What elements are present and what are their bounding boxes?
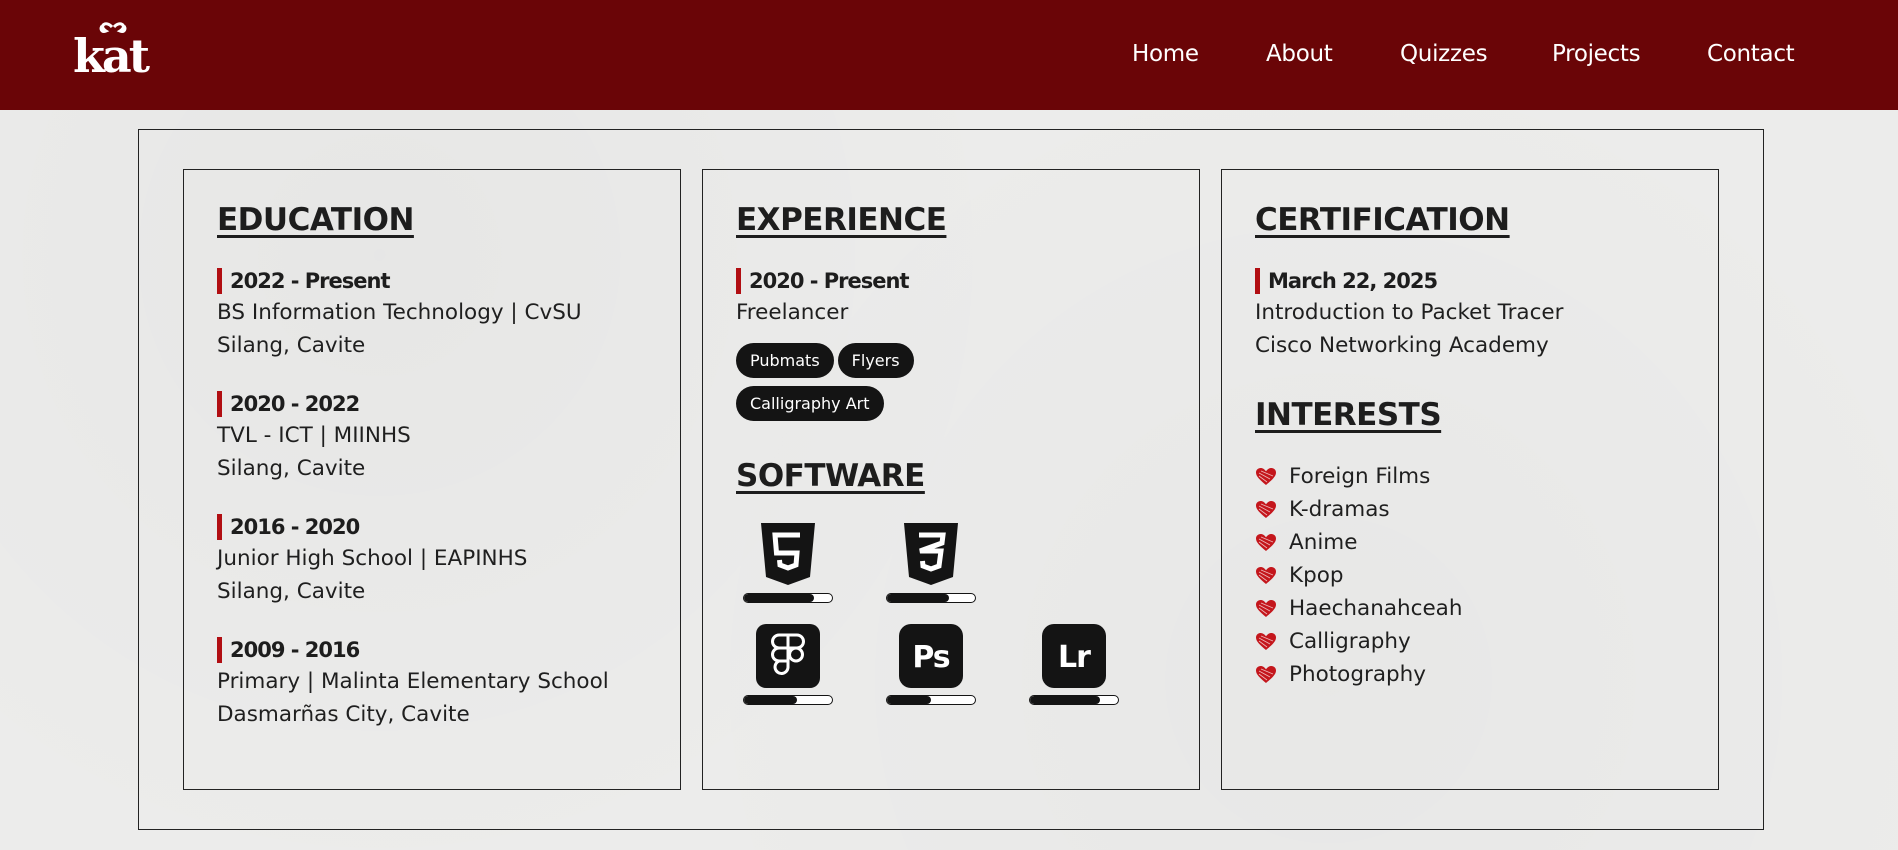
interest-item: Foreign Films (1255, 460, 1462, 493)
interest-label: Anime (1289, 530, 1358, 555)
css3-icon (898, 521, 964, 587)
interest-label: Foreign Films (1289, 464, 1431, 489)
education-location: Silang, Cavite (217, 333, 366, 358)
certification-course: Introduction to Packet Tracer (1255, 300, 1564, 325)
experience-role: Freelancer (736, 300, 849, 325)
skill-bar (886, 695, 976, 705)
interest-item: Calligraphy (1255, 625, 1462, 658)
svg-text:Lr: Lr (1058, 640, 1091, 675)
software-item-figma (743, 623, 833, 713)
skill-bar (1029, 695, 1119, 705)
experience-entry: 2020 - Present Freelancer (736, 266, 910, 329)
experience-tags: Pubmats Flyers Calligraphy Art (736, 343, 986, 429)
education-date: 2009 - 2016 (217, 635, 609, 665)
interest-item: Haechanahceah (1255, 592, 1462, 625)
heart-icon (1256, 566, 1276, 584)
interest-label: K-dramas (1289, 497, 1390, 522)
skill-bar (886, 593, 976, 603)
software-title: SOFTWARE (736, 458, 925, 494)
interests-list: Foreign Films K-dramas Anime Kpop Haechanahc… (1255, 460, 1462, 691)
education-date: 2022 - Present (217, 266, 582, 296)
education-school: Junior High School | EAPINHS (217, 546, 528, 571)
nav-links: Home About Quizzes Projects Contact (0, 0, 1898, 110)
education-date: 2020 - 2022 (217, 389, 411, 419)
interest-item: Kpop (1255, 559, 1462, 592)
software-item-lightroom: Lr (1029, 623, 1119, 713)
svg-text:Ps: Ps (912, 640, 949, 675)
interest-label: Photography (1289, 662, 1426, 687)
interest-item: K-dramas (1255, 493, 1462, 526)
skill-bar (743, 593, 833, 603)
navbar: kat Home About Quizzes Projects Contact (0, 0, 1898, 110)
skill-bar-fill (744, 594, 815, 602)
heart-icon (1256, 467, 1276, 485)
nav-about-link[interactable]: About (1266, 41, 1333, 67)
education-entry: 2020 - 2022 TVL - ICT | MIINHS Silang, C… (217, 389, 411, 485)
skill-bar-fill (744, 696, 797, 704)
nav-home-link[interactable]: Home (1132, 41, 1199, 67)
education-school: BS Information Technology | CvSU (217, 300, 582, 325)
figma-icon (755, 623, 821, 689)
education-location: Silang, Cavite (217, 579, 366, 604)
heart-icon (1256, 599, 1276, 617)
education-school: TVL - ICT | MIINHS (217, 423, 411, 448)
tag-pubmats: Pubmats (736, 343, 834, 378)
interest-label: Haechanahceah (1289, 596, 1463, 621)
nav-projects-link[interactable]: Projects (1552, 41, 1641, 67)
heart-icon (1256, 500, 1276, 518)
heart-icon (1256, 632, 1276, 650)
software-item-css3 (886, 521, 976, 611)
certification-issuer: Cisco Networking Academy (1255, 333, 1549, 358)
nav-contact-link[interactable]: Contact (1707, 41, 1795, 67)
education-location: Dasmarñas City, Cavite (217, 702, 470, 727)
heart-icon (1256, 665, 1276, 683)
experience-date: 2020 - Present (736, 266, 910, 296)
software-item-html5 (743, 521, 833, 611)
education-school: Primary | Malinta Elementary School (217, 669, 609, 694)
education-entry: 2009 - 2016 Primary | Malinta Elementary… (217, 635, 609, 731)
education-location: Silang, Cavite (217, 456, 366, 481)
photoshop-icon: Ps (898, 623, 964, 689)
certification-title: CERTIFICATION (1255, 202, 1510, 238)
nav-quizzes-link[interactable]: Quizzes (1400, 41, 1488, 67)
education-card: EDUCATION 2022 - Present BS Information … (183, 169, 681, 790)
heart-icon (1256, 533, 1276, 551)
certification-date: March 22, 2025 (1255, 266, 1564, 296)
certification-card: CERTIFICATION March 22, 2025 Introductio… (1221, 169, 1719, 790)
interest-item: Photography (1255, 658, 1462, 691)
education-entry: 2022 - Present BS Information Technology… (217, 266, 582, 362)
skill-bar-fill (1030, 696, 1101, 704)
education-entry: 2016 - 2020 Junior High School | EAPINHS… (217, 512, 527, 608)
experience-title: EXPERIENCE (736, 202, 947, 238)
interest-item: Anime (1255, 526, 1462, 559)
certification-entry: March 22, 2025 Introduction to Packet Tr… (1255, 266, 1564, 362)
education-title: EDUCATION (217, 202, 414, 238)
education-date: 2016 - 2020 (217, 512, 527, 542)
interest-label: Calligraphy (1289, 629, 1411, 654)
experience-card: EXPERIENCE 2020 - Present Freelancer Pub… (702, 169, 1200, 790)
skill-bar-fill (887, 594, 949, 602)
software-item-photoshop: Ps (886, 623, 976, 713)
interests-title: INTERESTS (1255, 397, 1442, 433)
lightroom-icon: Lr (1041, 623, 1107, 689)
html5-icon (755, 521, 821, 587)
interest-label: Kpop (1289, 563, 1344, 588)
skill-bar-fill (887, 696, 931, 704)
skill-bar (743, 695, 833, 705)
tag-flyers: Flyers (837, 343, 914, 378)
tag-calligraphy-art: Calligraphy Art (736, 386, 884, 421)
